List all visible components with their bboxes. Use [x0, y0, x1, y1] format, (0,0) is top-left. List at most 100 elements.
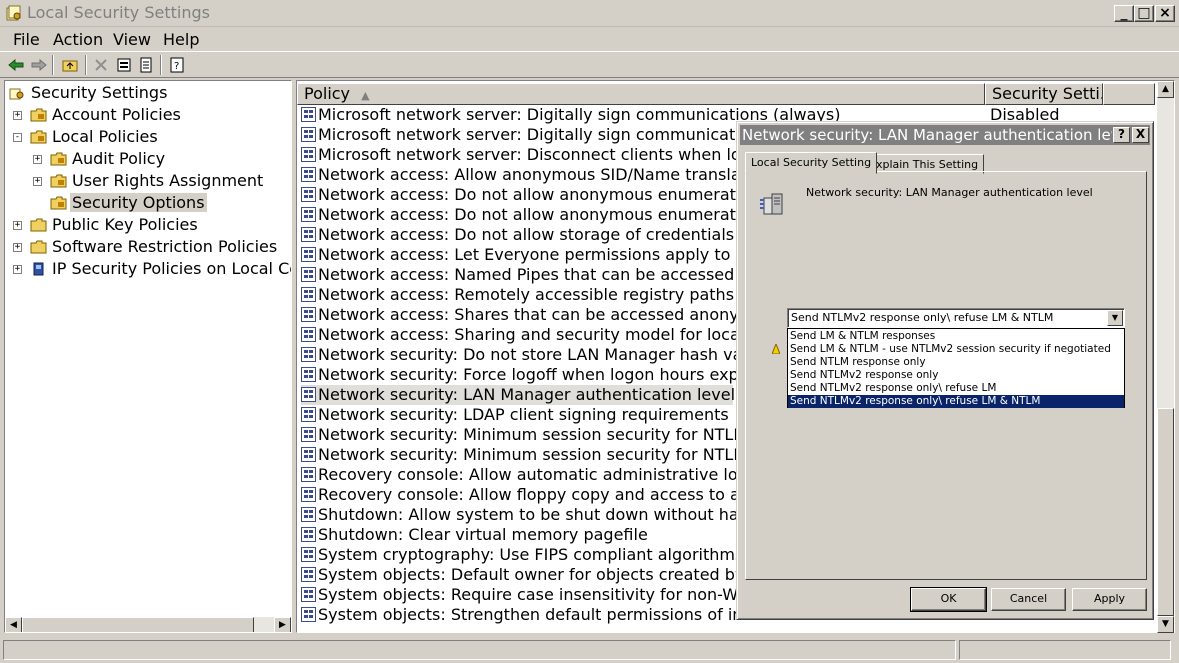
tree-pane: Security Settings + Account Policies - L… [4, 80, 292, 633]
policy-name: Network access: Do not allow storage of … [318, 225, 798, 244]
policy-icon [301, 527, 316, 542]
chevron-down-icon[interactable]: ▼ [1107, 310, 1123, 326]
warning-icon [772, 344, 780, 354]
dropdown-option-selected[interactable]: Send NTLMv2 response only\ refuse LM & N… [788, 395, 1124, 408]
policy-name: Shutdown: Allow system to be shut down w… [318, 505, 795, 524]
toolbar: ? [0, 51, 1179, 78]
minimize-button[interactable]: _ [1114, 5, 1134, 22]
tree-expander[interactable]: + [13, 221, 22, 230]
maximize-button[interactable]: □ [1134, 5, 1154, 22]
menu-view[interactable]: View [113, 30, 151, 49]
scroll-thumb[interactable] [1157, 408, 1174, 616]
tree-item-ip-security-policies[interactable]: IP Security Policies on Local Compu [30, 258, 291, 279]
policy-icon [301, 207, 316, 222]
scroll-thumb[interactable] [22, 617, 254, 632]
policy-row[interactable]: Network security: LAN Manager authentica… [301, 385, 736, 405]
help-icon[interactable]: ? [167, 56, 187, 74]
policy-name: Network access: Named Pipes that can be … [318, 265, 805, 284]
column-header-filler [1103, 83, 1155, 105]
tree-horizontal-scrollbar[interactable]: ◀ ▶ [5, 617, 291, 632]
tree-root[interactable]: Security Settings [9, 82, 169, 103]
dropdown-option[interactable]: Send LM & NTLM - use NTLMv2 session secu… [788, 343, 1124, 356]
tree-expander[interactable]: - [13, 133, 22, 142]
folder-lock-icon [50, 152, 67, 165]
policy-name: Recovery console: Allow automatic admini… [318, 465, 768, 484]
scroll-down-button[interactable]: ▼ [1157, 616, 1174, 633]
apply-button[interactable]: Apply [1072, 588, 1147, 611]
policy-icon [301, 547, 316, 562]
menu-action[interactable]: Action [53, 30, 103, 49]
ok-button[interactable]: OK [910, 587, 987, 612]
policy-icon [301, 467, 316, 482]
tree-item-local-policies[interactable]: Local Policies [30, 126, 160, 147]
column-header-policy[interactable]: Policy ▲ [297, 83, 985, 105]
scroll-left-button[interactable]: ◀ [5, 617, 22, 632]
dialog-close-button[interactable]: X [1132, 127, 1149, 143]
scroll-right-button[interactable]: ▶ [274, 617, 291, 632]
export-list-icon[interactable] [137, 56, 157, 74]
authentication-level-dropdown: Send LM & NTLM responses Send LM & NTLM … [787, 328, 1125, 408]
window-title: Local Security Settings [27, 3, 210, 22]
tab-local-security-setting[interactable]: Local Security Setting [745, 152, 878, 174]
policy-icon [301, 127, 316, 142]
policy-name: Recovery console: Allow floppy copy and … [318, 485, 803, 504]
up-folder-icon[interactable] [60, 56, 80, 74]
policy-name: Network access: Do not allow anonymous e… [318, 205, 808, 224]
policy-icon [301, 327, 316, 342]
tree-expander[interactable]: + [33, 177, 42, 186]
dialog-help-button[interactable]: ? [1113, 127, 1130, 143]
policy-name: Microsoft network server: Disconnect cli… [318, 145, 806, 164]
tree-item-audit-policy[interactable]: Audit Policy [50, 148, 167, 169]
menu-help[interactable]: Help [163, 30, 199, 49]
dropdown-option[interactable]: Send NTLM response only [788, 356, 1124, 369]
status-cell-main [3, 640, 956, 660]
policy-icon [301, 427, 316, 442]
scroll-up-button[interactable]: ▲ [1157, 81, 1174, 98]
folder-lock-icon [30, 108, 47, 121]
authentication-level-select[interactable]: Send NTLMv2 response only\ refuse LM & N… [787, 308, 1125, 328]
menu-file[interactable]: File [13, 30, 40, 49]
tree-expander[interactable]: + [13, 111, 22, 120]
policy-name: System objects: Require case insensitivi… [318, 585, 794, 604]
policy-icon [301, 307, 316, 322]
column-header-security-setting[interactable]: Security Setti... [985, 83, 1103, 105]
folder-lock-icon [50, 174, 67, 187]
security-settings-icon [9, 88, 24, 99]
tree-item-account-policies[interactable]: Account Policies [30, 104, 183, 125]
dropdown-option[interactable]: Send NTLMv2 response only\ refuse LM [788, 382, 1124, 395]
tree-item-security-options[interactable]: Security Options [50, 192, 207, 213]
list-vertical-scrollbar[interactable]: ▲ ▼ [1157, 81, 1174, 633]
tree-item-user-rights-assignment[interactable]: User Rights Assignment [50, 170, 265, 191]
close-button[interactable]: × [1155, 5, 1175, 22]
policy-icon [301, 387, 316, 402]
dropdown-option[interactable]: Send NTLMv2 response only [788, 369, 1124, 382]
policy-icon [301, 187, 316, 202]
policy-name: Network access: Do not allow anonymous e… [318, 185, 808, 204]
dialog-title: Network security: LAN Manager authentica… [742, 126, 1112, 144]
policy-name: Network security: LAN Manager authentica… [318, 385, 736, 404]
sort-ascending-icon: ▲ [361, 89, 370, 102]
tree-expander[interactable]: + [13, 265, 22, 274]
tree-expander[interactable]: + [13, 243, 22, 252]
folder-icon [30, 240, 47, 253]
policy-icon [301, 447, 316, 462]
folder-lock-icon [50, 196, 67, 209]
dropdown-option[interactable]: Send LM & NTLM responses [788, 330, 1124, 343]
cancel-button[interactable]: Cancel [991, 588, 1066, 611]
policy-icon [301, 147, 316, 162]
delete-icon[interactable] [91, 56, 111, 74]
tree-item-public-key-policies[interactable]: Public Key Policies [30, 214, 200, 235]
policy-name: System cryptography: Use FIPS compliant … [318, 545, 805, 564]
tree-expander[interactable]: + [33, 155, 42, 164]
status-cell-secondary [959, 640, 1171, 660]
dialog-heading: Network security: LAN Manager authentica… [806, 186, 1093, 199]
policy-icon [301, 407, 316, 422]
forward-arrow-icon[interactable] [29, 56, 49, 74]
policy-icon [301, 507, 316, 522]
policy-name: Network security: LDAP client signing re… [318, 405, 729, 424]
properties-icon[interactable] [114, 56, 134, 74]
back-arrow-icon[interactable] [6, 56, 26, 74]
tree-item-software-restriction-policies[interactable]: Software Restriction Policies [30, 236, 279, 257]
server-security-icon [760, 193, 783, 215]
dialog-title-bar[interactable]: Network security: LAN Manager authentica… [740, 125, 1150, 145]
